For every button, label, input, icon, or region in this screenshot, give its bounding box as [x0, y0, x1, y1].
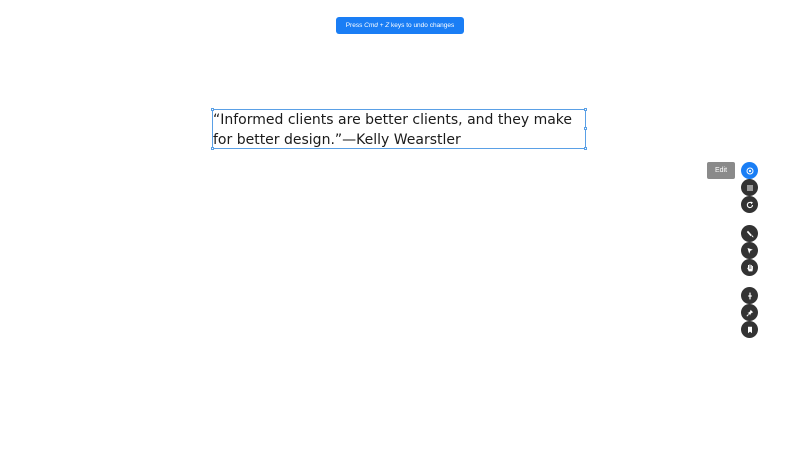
resize-handle-bottom-left[interactable] — [211, 147, 214, 150]
toast-keys: Cmd + Z — [364, 22, 390, 29]
add-button[interactable] — [741, 287, 758, 304]
edit-icon — [746, 167, 753, 174]
align-text-button[interactable] — [741, 179, 758, 196]
brush-icon — [746, 230, 753, 237]
resize-handle-top-left[interactable] — [211, 108, 214, 111]
pin-icon — [745, 309, 753, 317]
pointer-icon — [747, 247, 753, 254]
hand-icon — [746, 264, 753, 271]
undo-toast: Press Cmd + Z keys to undo changes — [336, 17, 464, 34]
add-icon — [747, 292, 752, 299]
bookmark-icon — [747, 326, 752, 333]
pin-button[interactable] — [741, 304, 758, 321]
quote-text[interactable]: “Informed clients are better clients, an… — [213, 110, 585, 150]
hand-button[interactable] — [741, 259, 758, 276]
resize-handle-bottom-right[interactable] — [584, 147, 587, 150]
align-text-icon — [746, 185, 753, 190]
redo-icon — [746, 200, 753, 208]
redo-button[interactable] — [741, 196, 758, 213]
quote-text-box[interactable]: “Informed clients are better clients, an… — [211, 108, 587, 150]
edit-button[interactable] — [741, 162, 758, 179]
pointer-button[interactable] — [741, 242, 758, 259]
bookmark-button[interactable] — [741, 321, 758, 338]
brush-button[interactable] — [741, 225, 758, 242]
toast-prefix: Press — [345, 22, 365, 29]
toast-suffix: keys to undo changes — [389, 22, 455, 29]
resize-handle-right[interactable] — [584, 127, 587, 130]
edit-tooltip: Edit — [707, 162, 735, 179]
resize-handle-top-right[interactable] — [584, 108, 587, 111]
